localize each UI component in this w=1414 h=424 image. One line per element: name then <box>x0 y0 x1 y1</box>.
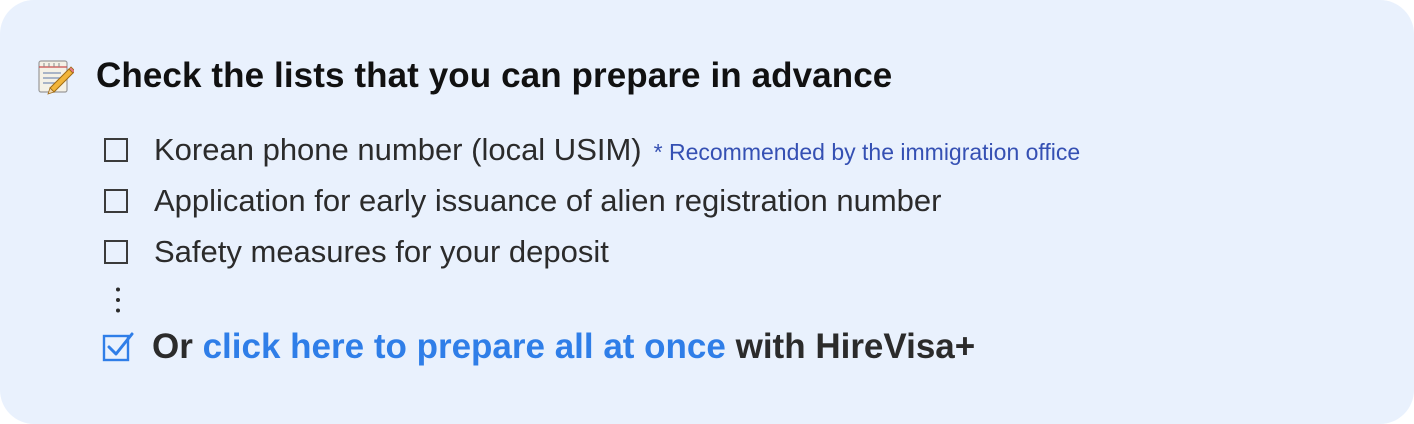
vertical-ellipsis-icon <box>116 287 120 313</box>
prepare-all-row[interactable]: Or click here to prepare all at once wit… <box>102 323 1364 371</box>
prepare-all-link[interactable]: click here to prepare all at once <box>203 327 726 366</box>
checkbox-phone[interactable] <box>104 137 128 162</box>
page-title: Check the lists that you can prepare in … <box>96 56 893 95</box>
more-items <box>104 277 1364 323</box>
item-label: Application for early issuance of alien … <box>154 182 942 218</box>
checkbox-deposit[interactable] <box>104 239 128 264</box>
checklist-card: Check the lists that you can prepare in … <box>0 0 1414 424</box>
cta-text: Or click here to prepare all at once wit… <box>152 327 975 367</box>
list-item-deposit[interactable]: Safety measures for your deposit <box>104 226 1364 277</box>
cta-prefix: Or <box>152 327 193 366</box>
checked-checkbox-icon[interactable] <box>102 331 134 363</box>
checkbox-alien-registration[interactable] <box>104 188 128 213</box>
memo-icon <box>38 60 74 95</box>
list-item-alien-registration[interactable]: Application for early issuance of alien … <box>104 175 1364 226</box>
item-label: Safety measures for your deposit <box>154 233 609 269</box>
cta-suffix: with HireVisa+ <box>735 327 976 366</box>
prep-checklist: Korean phone number (local USIM) * Recom… <box>102 124 1364 371</box>
item-label: Korean phone number (local USIM) <box>154 131 642 167</box>
recommended-note: * Recommended by the immigration office <box>653 139 1081 165</box>
list-item-phone[interactable]: Korean phone number (local USIM) * Recom… <box>104 124 1364 175</box>
card-header: Check the lists that you can prepare in … <box>36 52 892 100</box>
